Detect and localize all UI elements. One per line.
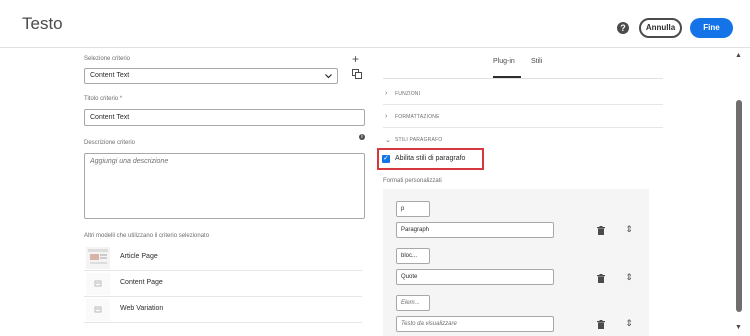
enable-paragraph-styles-checkbox[interactable]: ✓ — [382, 155, 390, 163]
section-label: FUNZIONI — [395, 91, 421, 97]
format-display-input[interactable]: Paragraph — [396, 222, 554, 238]
format-display-input[interactable]: Quote — [396, 269, 554, 285]
format-element-value: bloc... — [401, 253, 418, 259]
custom-formats-list: p Paragraph ⇕ bloc... Quote ⇕ Elem... Te… — [383, 189, 649, 336]
policy-select-value: Content Text — [90, 72, 130, 79]
tab-bar: Plug-in Stili — [493, 58, 593, 78]
policy-panel: Selezione criterio + Content Text Titolo… — [84, 48, 370, 336]
done-button[interactable]: Fine — [690, 18, 733, 38]
policy-title-input[interactable]: Content Text — [84, 109, 365, 126]
format-display-input[interactable]: Testo da visualizzare — [396, 316, 554, 332]
policy-title-value: Content Text — [90, 114, 130, 121]
policy-description-label: Descrizione criterio — [84, 140, 136, 146]
trash-icon[interactable] — [597, 226, 605, 235]
trash-icon[interactable] — [597, 274, 605, 283]
section-functions[interactable]: › FUNZIONI — [383, 83, 663, 105]
template-name: Article Page — [120, 253, 158, 260]
enable-paragraph-styles-label[interactable]: Abilita stili di paragrafo — [395, 155, 465, 162]
add-policy-icon[interactable]: + — [352, 52, 359, 66]
chevron-right-icon: › — [385, 90, 388, 97]
list-item[interactable]: Web Variation — [84, 297, 362, 323]
format-element-input[interactable]: bloc... — [396, 248, 430, 264]
format-element-value: p — [401, 206, 405, 212]
format-display-value: Paragraph — [401, 227, 430, 233]
drag-handle-icon[interactable]: ⇕ — [625, 318, 633, 328]
policy-select-label: Selezione criterio — [84, 56, 131, 62]
format-element-input[interactable]: p — [396, 201, 430, 217]
trash-icon[interactable] — [597, 320, 605, 329]
chevron-right-icon: › — [385, 113, 388, 120]
template-name: Content Page — [120, 279, 163, 286]
help-icon[interactable]: ? — [617, 22, 629, 34]
info-icon: i — [359, 134, 365, 140]
chevron-down-icon: ⌄ — [385, 137, 391, 144]
cancel-button[interactable]: Annulla — [639, 18, 682, 38]
policy-description-textarea[interactable]: Aggiungi una descrizione — [84, 153, 365, 219]
template-thumbnail — [86, 247, 110, 269]
copy-icon[interactable] — [352, 69, 362, 79]
policy-description-placeholder: Aggiungi una descrizione — [90, 158, 169, 165]
scrollbar[interactable]: ▲ ▼ — [735, 52, 743, 336]
dialog-header: Testo ? Annulla Fine — [0, 0, 750, 48]
list-item[interactable]: Content Page — [84, 271, 362, 297]
format-display-placeholder: Testo da visualizzare — [401, 321, 457, 327]
template-thumbnail — [86, 273, 110, 295]
drag-handle-icon[interactable]: ⇕ — [625, 224, 633, 234]
dialog-title: Testo — [22, 14, 63, 33]
template-thumbnail — [86, 299, 110, 321]
custom-formats-label: Formati personalizzati — [383, 178, 442, 184]
section-label: FORMATTAZIONE — [395, 114, 440, 120]
format-element-placeholder: Elem... — [401, 300, 420, 306]
plugins-panel: Plug-in Stili › FUNZIONI › FORMATTAZIONE… — [377, 48, 663, 336]
templates-label: Altri modelli che utilizzano il criterio… — [84, 233, 210, 239]
scroll-up-icon[interactable]: ▲ — [735, 52, 742, 59]
scrollbar-thumb[interactable] — [736, 100, 742, 312]
template-list: Article Page Content Page Web Variation — [84, 245, 362, 323]
policy-select[interactable]: Content Text — [84, 68, 338, 84]
scroll-down-icon[interactable]: ▼ — [735, 324, 742, 331]
chevron-down-icon — [325, 74, 332, 79]
tab-styles[interactable]: Stili — [531, 58, 542, 65]
enable-paragraph-styles-highlight: ✓ Abilita stili di paragrafo — [377, 148, 484, 170]
template-name: Web Variation — [120, 305, 164, 312]
section-formatting[interactable]: › FORMATTAZIONE — [383, 106, 663, 128]
tabs-divider — [383, 78, 663, 79]
format-display-value: Quote — [401, 274, 418, 280]
tab-plugin[interactable]: Plug-in — [493, 58, 515, 65]
policy-title-label: Titolo criterio * — [84, 96, 123, 102]
format-element-input[interactable]: Elem... — [396, 295, 430, 311]
drag-handle-icon[interactable]: ⇕ — [625, 272, 633, 282]
list-item[interactable]: Article Page — [84, 245, 362, 271]
section-label: STILI PARAGRAFO — [395, 137, 443, 143]
